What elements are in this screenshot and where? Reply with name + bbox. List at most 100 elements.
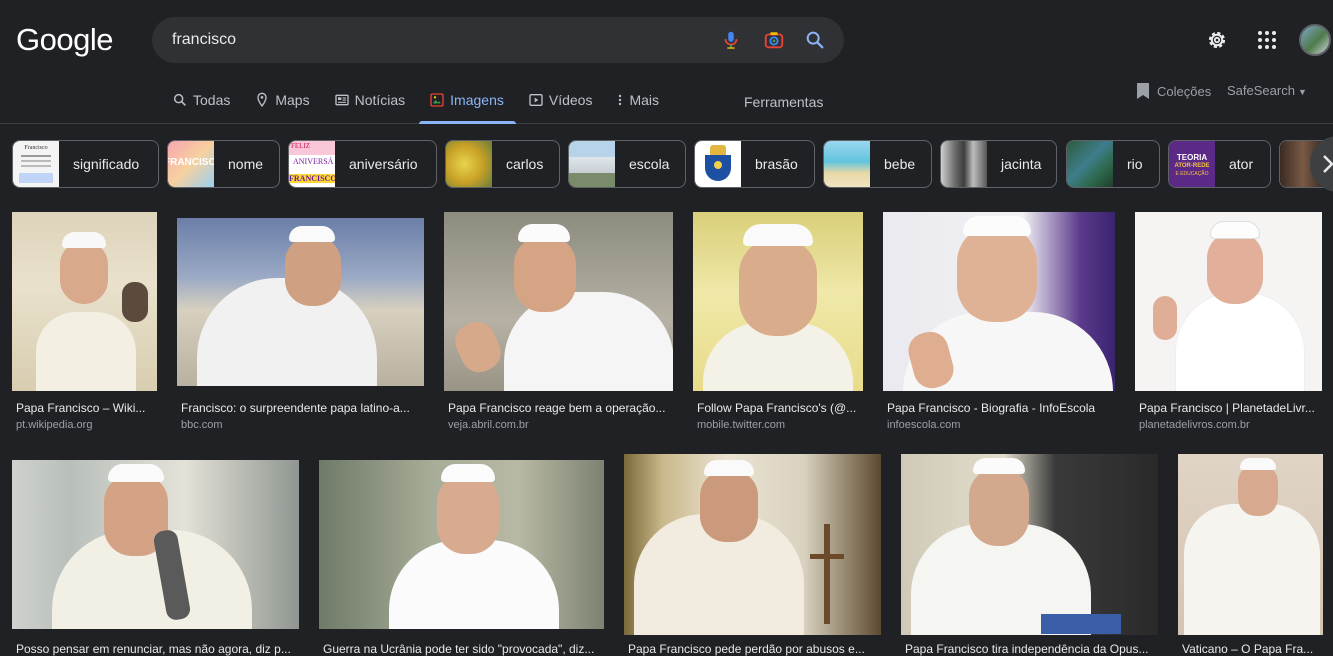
result-source[interactable]: veja.abril.com.br	[448, 419, 529, 431]
result-thumbnail[interactable]	[12, 212, 157, 391]
tools-button[interactable]: Ferramentas	[744, 94, 823, 110]
image-result[interactable]: Papa Francisco tira independência da Opu…	[901, 454, 1158, 656]
chip-label: aniversário	[349, 156, 418, 172]
tab-maps[interactable]: Maps	[254, 80, 310, 124]
apps-grid-icon[interactable]	[1255, 28, 1279, 52]
result-title[interactable]: Follow Papa Francisco's (@...	[697, 401, 859, 415]
tab-label: Todas	[193, 92, 231, 108]
chip-thumbnail	[1067, 141, 1113, 187]
collections-button[interactable]: Coleções	[1136, 82, 1211, 100]
tab-todas[interactable]: Todas	[172, 80, 230, 124]
result-thumbnail[interactable]	[444, 212, 673, 391]
chip-thumbnail	[824, 141, 870, 187]
tab-label: Notícias	[354, 92, 406, 108]
chip-significado[interactable]: Francisco significado	[12, 140, 159, 188]
result-thumbnail[interactable]	[1178, 454, 1323, 635]
search-input[interactable]	[172, 17, 692, 63]
chip-label: escola	[629, 156, 670, 172]
result-title[interactable]: Posso pensar em renunciar, mas não agora…	[16, 642, 295, 656]
result-thumbnail[interactable]	[901, 454, 1158, 635]
image-result[interactable]: Papa Francisco pede perdão por abusos e.…	[624, 454, 881, 656]
chip-label: carlos	[506, 156, 544, 172]
news-icon	[334, 94, 349, 106]
image-result[interactable]: Papa Francisco reage bem a operação... v…	[444, 212, 673, 442]
result-thumbnail[interactable]	[883, 212, 1115, 391]
image-result[interactable]: Papa Francisco – Wiki... pt.wikipedia.or…	[12, 212, 157, 442]
tab-imagens[interactable]: Imagens	[419, 80, 516, 124]
image-result[interactable]: Vaticano – O Papa Fra...	[1178, 454, 1323, 656]
chip-thumbnail: Francisco	[13, 141, 59, 187]
chip-thumbnail: FRANCISCO	[168, 141, 214, 187]
chip-aniversario[interactable]: FELIZ ANIVERSÁ FRANCISCO aniversário	[288, 140, 437, 188]
result-thumbnail[interactable]	[12, 460, 299, 629]
search-icon[interactable]	[804, 29, 826, 51]
microphone-icon[interactable]	[720, 29, 742, 51]
result-source[interactable]: pt.wikipedia.org	[16, 419, 92, 431]
chip-carlos[interactable]: carlos	[445, 140, 560, 188]
image-result[interactable]: Posso pensar em renunciar, mas não agora…	[12, 460, 299, 656]
chip-rio[interactable]: rio	[1066, 140, 1160, 188]
chip-thumbnail	[695, 141, 741, 187]
chip-bebe[interactable]: bebe	[823, 140, 932, 188]
chip-label: brasão	[755, 156, 798, 172]
image-result[interactable]: Papa Francisco | PlanetadeLivr... planet…	[1135, 212, 1322, 442]
result-title[interactable]: Papa Francisco | PlanetadeLivr...	[1139, 401, 1318, 415]
result-thumbnail[interactable]	[624, 454, 881, 635]
thumb-text: Francisco	[24, 145, 48, 151]
thumb-text: ANIVERSÁ	[293, 157, 334, 166]
result-title[interactable]: Papa Francisco – Wiki...	[16, 401, 153, 415]
safesearch-button[interactable]: SafeSearch ▼	[1227, 83, 1307, 98]
chip-label: bebe	[884, 156, 916, 172]
caret-down-icon: ▼	[1297, 87, 1307, 97]
result-thumbnail[interactable]	[693, 212, 863, 391]
chip-jacinta[interactable]: jacinta	[940, 140, 1057, 188]
lens-camera-icon[interactable]	[763, 29, 785, 51]
result-title[interactable]: Vaticano – O Papa Fra...	[1182, 642, 1319, 656]
top-header: Google Todas	[0, 0, 1333, 124]
search-box[interactable]	[152, 17, 844, 63]
chip-label: nome	[228, 156, 264, 172]
tab-label: Imagens	[450, 92, 504, 108]
chevron-right-icon	[1323, 155, 1333, 173]
result-title[interactable]: Papa Francisco tira independência da Opu…	[905, 642, 1154, 656]
play-icon	[529, 94, 543, 106]
more-vert-icon	[619, 94, 622, 106]
chip-thumbnail: FELIZ ANIVERSÁ FRANCISCO	[289, 141, 335, 187]
chip-ator[interactable]: TEORIA ATOR-REDE E EDUCAÇÃO ator	[1168, 140, 1271, 188]
tab-noticias[interactable]: Notícias	[334, 80, 406, 124]
result-title[interactable]: Papa Francisco - Biografia - InfoEscola	[887, 401, 1111, 415]
google-logo[interactable]: Google	[16, 22, 113, 58]
result-thumbnail[interactable]	[319, 460, 604, 629]
image-result[interactable]: Papa Francisco - Biografia - InfoEscola …	[883, 212, 1115, 442]
account-avatar[interactable]	[1299, 24, 1331, 56]
chip-thumbnail: TEORIA ATOR-REDE E EDUCAÇÃO	[1169, 141, 1215, 187]
image-result[interactable]: Guerra na Ucrânia pode ter sido "provoca…	[319, 460, 604, 656]
result-thumbnail[interactable]	[1135, 212, 1322, 391]
result-source[interactable]: planetadelivros.com.br	[1139, 419, 1250, 431]
tab-mais[interactable]: Mais	[616, 80, 659, 124]
tab-label: Maps	[275, 92, 310, 108]
tab-label: Mais	[629, 92, 660, 108]
image-result[interactable]: Francisco: o surpreendente papa latino-a…	[177, 212, 424, 442]
chip-brasao[interactable]: brasão	[694, 140, 815, 188]
result-title[interactable]: Papa Francisco reage bem a operação...	[448, 401, 669, 415]
result-title[interactable]: Francisco: o surpreendente papa latino-a…	[181, 401, 420, 415]
thumb-text: FRANCISCO	[168, 157, 214, 168]
safesearch-label: SafeSearch	[1227, 83, 1295, 98]
result-thumbnail[interactable]	[177, 218, 424, 386]
result-source[interactable]: infoescola.com	[887, 419, 960, 431]
bookmark-icon	[1137, 83, 1149, 99]
tab-videos[interactable]: Vídeos	[528, 80, 592, 124]
chip-escola[interactable]: escola	[568, 140, 686, 188]
chip-thumbnail	[446, 141, 492, 187]
settings-gear-icon[interactable]	[1205, 28, 1229, 52]
chip-nome[interactable]: FRANCISCO nome	[167, 140, 280, 188]
chip-label: jacinta	[1001, 156, 1042, 172]
result-source[interactable]: bbc.com	[181, 419, 223, 431]
chip-thumbnail	[941, 141, 987, 187]
search-tabs: Todas Maps Notícias Imagens Vídeos Mais	[172, 80, 683, 124]
image-result[interactable]: Follow Papa Francisco's (@... mobile.twi…	[693, 212, 863, 442]
result-title[interactable]: Papa Francisco pede perdão por abusos e.…	[628, 642, 877, 656]
result-source[interactable]: mobile.twitter.com	[697, 419, 785, 431]
result-title[interactable]: Guerra na Ucrânia pode ter sido "provoca…	[323, 642, 600, 656]
